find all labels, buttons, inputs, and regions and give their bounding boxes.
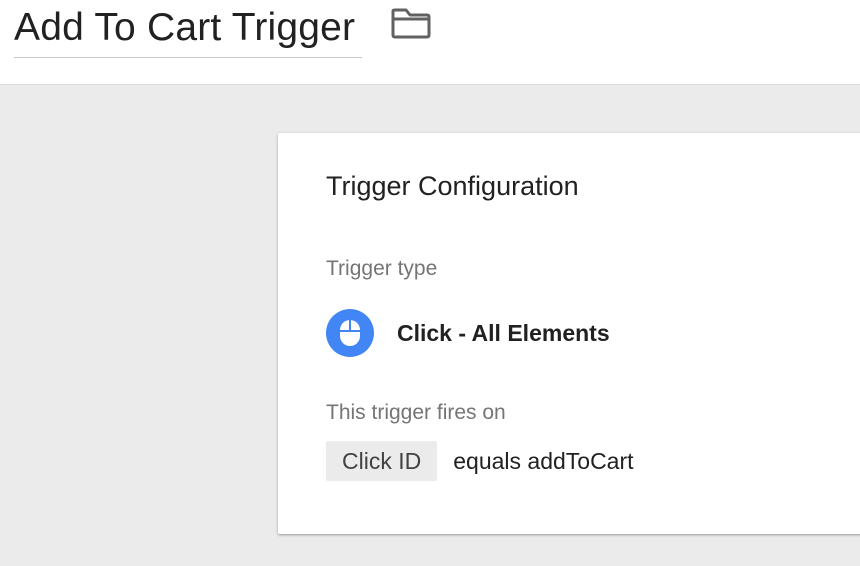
condition-text: equals addToCart <box>453 447 634 474</box>
trigger-name-input[interactable]: Add To Cart Trigger <box>14 2 362 58</box>
variable-chip: Click ID <box>326 441 438 481</box>
trigger-name-text: Add To Cart Trigger <box>14 6 356 49</box>
folder-button[interactable] <box>388 6 434 44</box>
condition-row: Click ID equals addToCart <box>326 441 634 481</box>
trigger-type-name: Click - All Elements <box>397 319 610 346</box>
trigger-type-label: Trigger type <box>326 257 438 280</box>
mouse-click-icon <box>326 309 374 357</box>
header-bar: Add To Cart Trigger <box>0 0 860 85</box>
folder-icon <box>390 6 432 45</box>
trigger-configuration-card[interactable]: Trigger Configuration Trigger type Click… <box>278 133 860 534</box>
card-title: Trigger Configuration <box>326 171 579 201</box>
trigger-type-row: Click - All Elements <box>326 309 610 357</box>
fires-on-label: This trigger fires on <box>326 401 506 424</box>
